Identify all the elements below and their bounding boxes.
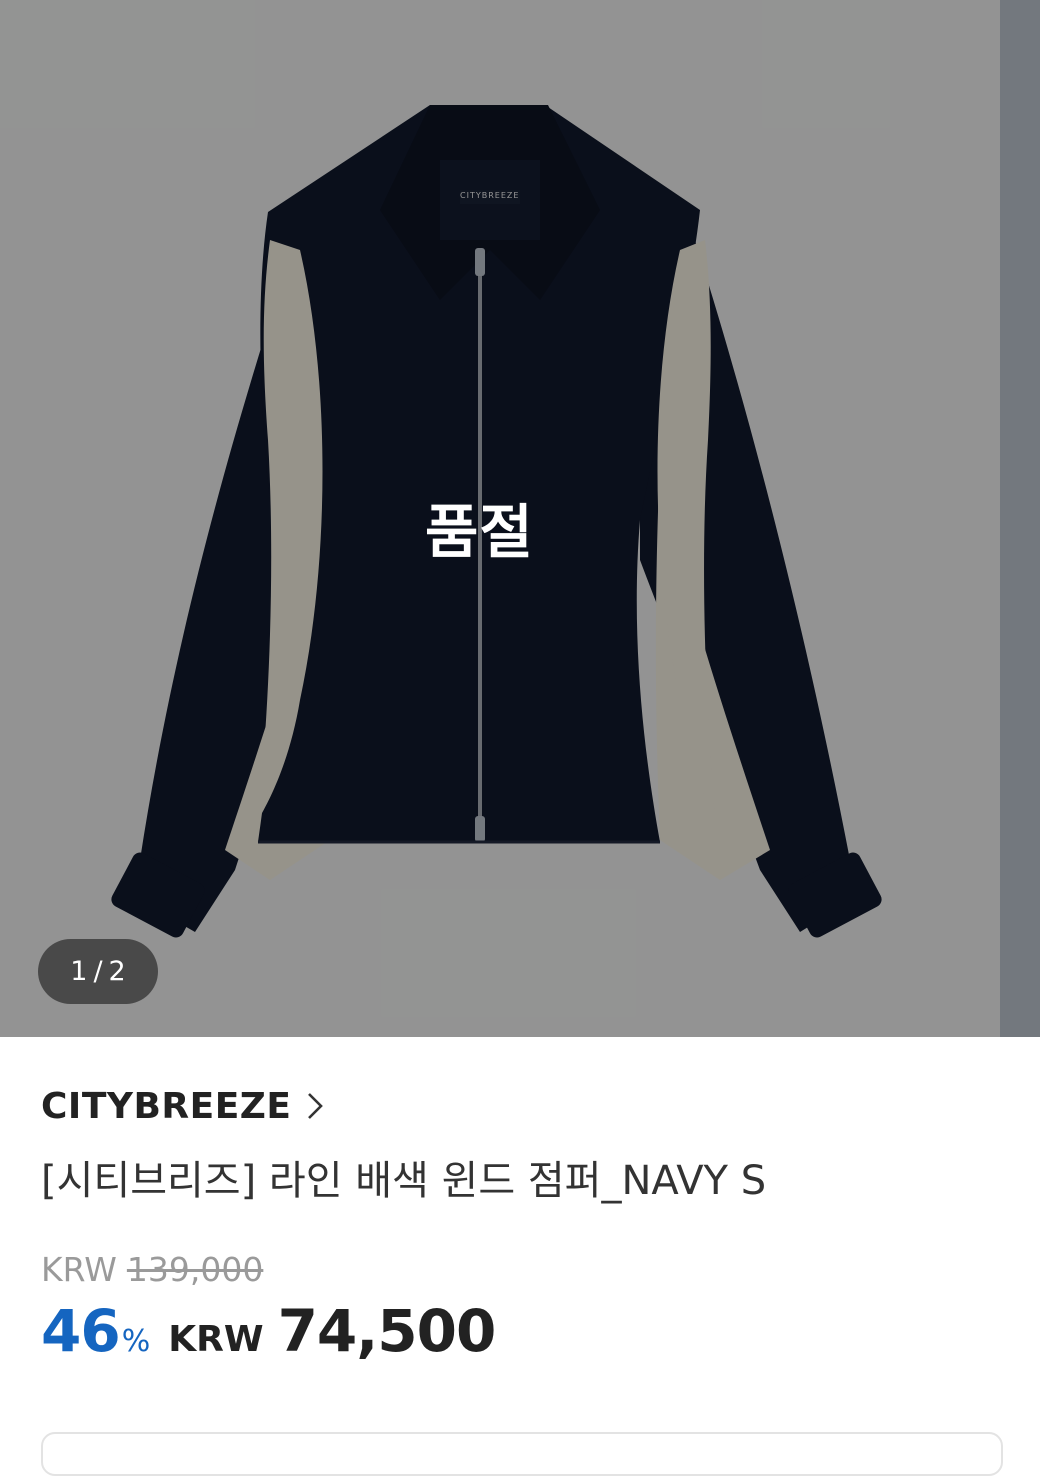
product-info: CITYBREEZE [시티브리즈] 라인 배색 윈드 점퍼_NAVY S KR… [41,1080,999,1366]
brand-name: CITYBREEZE [41,1085,292,1127]
pager-total: 2 [108,956,126,987]
sale-currency: KRW [168,1319,264,1360]
original-price: 139,000 [126,1250,264,1289]
pager-current: 1 [70,956,88,987]
product-title: [시티브리즈] 라인 배색 윈드 점퍼_NAVY S [41,1158,767,1204]
image-pager: 1 / 2 [38,939,158,1004]
sale-price-row: 46 % KRW 74,500 [41,1297,999,1365]
sale-price: 74,500 [277,1297,497,1365]
pager-separator: / [93,956,103,987]
brand-link[interactable]: CITYBREEZE [41,1080,999,1132]
original-currency: KRW [41,1250,117,1289]
soldout-label: 품절 [425,498,534,566]
next-section-card [41,1432,1003,1476]
chevron-right-icon [308,1093,324,1119]
discount-rate: 46 [41,1297,121,1365]
product-image-gallery[interactable]: CITYBREEZE 품절 1 / 2 [0,0,1040,1037]
original-price-row: KRW 139,000 [41,1250,999,1289]
discount-unit: % [121,1324,151,1359]
